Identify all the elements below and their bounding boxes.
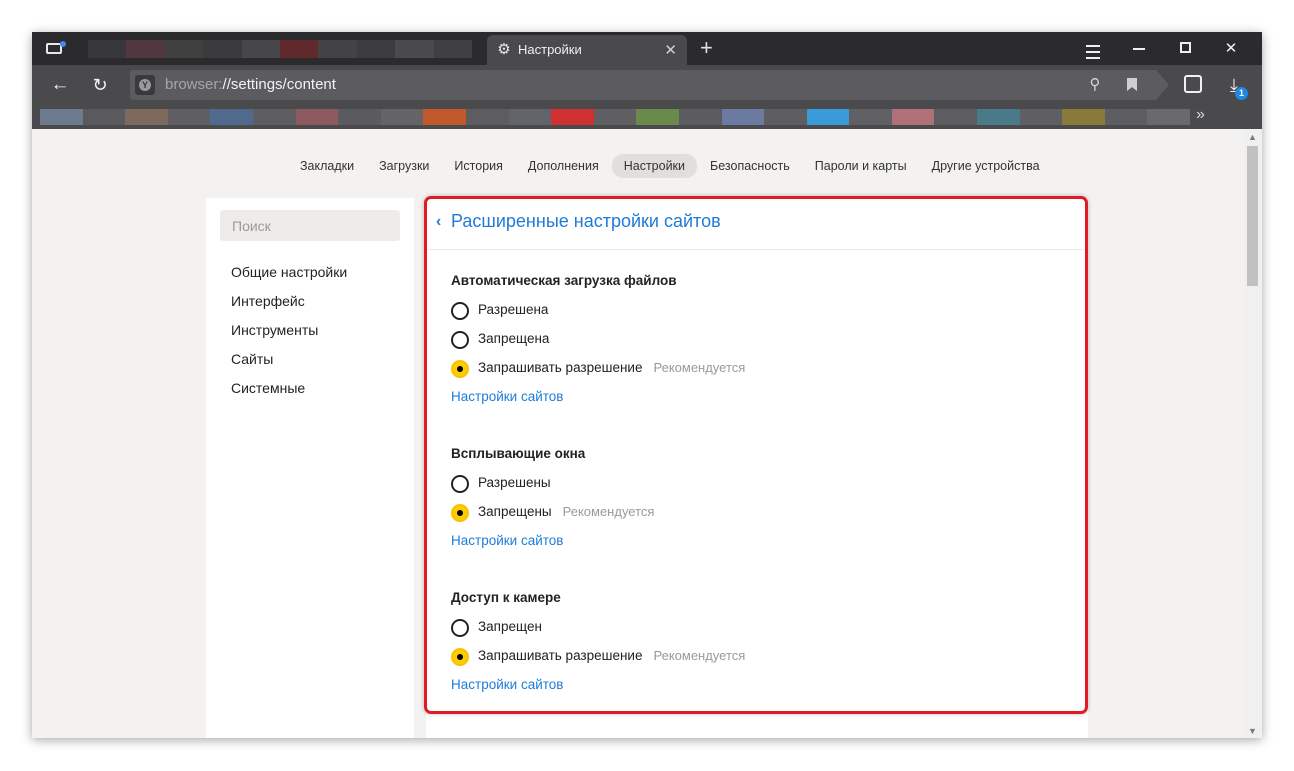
sidebar-item-tools[interactable]: Инструменты	[231, 320, 347, 349]
sidebar-item-system[interactable]: Системные	[231, 378, 347, 407]
tab-other-devices[interactable]: Другие устройства	[920, 154, 1052, 178]
tab-settings[interactable]: ⚙ Настройки ✕	[487, 35, 687, 65]
bookmarks-bar: »	[32, 105, 1262, 129]
url-text[interactable]: browser://settings/content	[165, 76, 336, 93]
settings-top-nav: Закладки Загрузки История Дополнения Нас…	[288, 154, 1053, 178]
tab-bookmarks[interactable]: Закладки	[288, 154, 366, 178]
tab-passwords[interactable]: Пароли и карты	[803, 154, 919, 178]
site-info-icon[interactable]: Y	[135, 75, 155, 95]
search-icon[interactable]: ⚲	[1085, 75, 1105, 95]
tab-extensions[interactable]: Дополнения	[516, 154, 611, 178]
bookmark-icon[interactable]	[1122, 75, 1142, 95]
close-tab-icon[interactable]: ✕	[664, 41, 677, 59]
minimize-icon[interactable]	[1116, 32, 1162, 65]
sidebar-item-general[interactable]: Общие настройки	[231, 262, 347, 291]
maximize-icon[interactable]	[1162, 32, 1208, 65]
toolbar: ← ↻ Y browser://settings/content ⚲ ⤓	[32, 65, 1262, 105]
settings-page: Закладки Загрузки История Дополнения Нас…	[32, 129, 1244, 738]
tabs-panel-icon[interactable]	[46, 41, 66, 56]
new-tab-button[interactable]: +	[700, 35, 713, 61]
download-count-badge: 1	[1235, 87, 1248, 100]
tab-downloads[interactable]: Загрузки	[367, 154, 441, 178]
tab-title: Настройки	[518, 42, 582, 57]
blurred-tabs	[88, 40, 473, 58]
sidebar-item-interface[interactable]: Интерфейс	[231, 291, 347, 320]
back-arrow-icon[interactable]: ←	[48, 73, 72, 97]
close-window-icon[interactable]: ✕	[1208, 32, 1254, 65]
scroll-down-icon[interactable]: ▼	[1248, 726, 1257, 736]
bookmarks-more-icon[interactable]: »	[1196, 106, 1205, 124]
scroll-up-icon[interactable]: ▲	[1248, 132, 1257, 142]
page-scrollbar[interactable]: ▲ ▼	[1244, 129, 1262, 738]
reload-icon[interactable]: ↻	[88, 73, 112, 97]
search-input[interactable]	[220, 210, 404, 241]
settings-search[interactable]	[220, 210, 404, 241]
browser-window: ⚙ Настройки ✕ + ✕ ← ↻ Y browser://settin…	[32, 32, 1262, 738]
sidebar-menu: Общие настройки Интерфейс Инструменты Са…	[231, 262, 347, 407]
sidebar-item-sites[interactable]: Сайты	[231, 349, 347, 378]
tab-security[interactable]: Безопасность	[698, 154, 802, 178]
blurred-bookmarks	[40, 109, 1191, 125]
title-bar: ⚙ Настройки ✕ + ✕	[32, 32, 1262, 65]
annotation-highlight-frame	[424, 196, 1088, 714]
address-bar[interactable]: Y browser://settings/content ⚲	[130, 70, 1169, 100]
scroll-thumb[interactable]	[1247, 146, 1258, 286]
translate-icon[interactable]	[1180, 72, 1206, 98]
tab-history[interactable]: История	[442, 154, 514, 178]
gear-icon: ⚙	[497, 41, 511, 58]
settings-sidebar: Общие настройки Интерфейс Инструменты Са…	[206, 198, 414, 738]
menu-icon[interactable]	[1070, 32, 1116, 65]
tab-settings-nav[interactable]: Настройки	[611, 154, 698, 178]
